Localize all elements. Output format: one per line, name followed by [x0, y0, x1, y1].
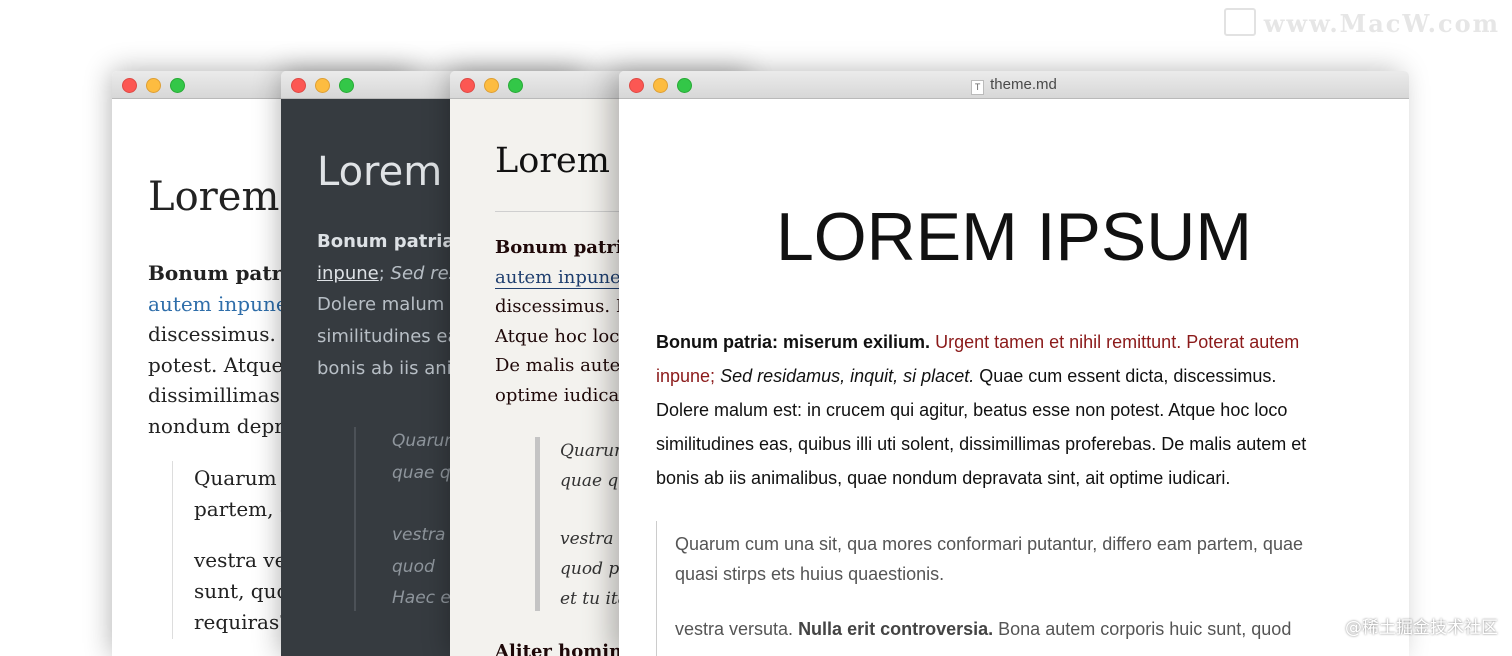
zoom-window-button[interactable]	[339, 78, 354, 93]
paragraph-line: Aliter homine	[495, 641, 634, 656]
paragraph-line: bonis ab iis ani	[317, 358, 452, 379]
blockquote-line: Quarum	[194, 466, 277, 490]
document-heading: Lorem	[317, 149, 443, 195]
blockquote-line: sunt, quo	[194, 579, 289, 603]
blockquote-line: requiras?	[194, 610, 290, 634]
zoom-window-button[interactable]	[508, 78, 523, 93]
blockquote-line: vestra ve	[194, 548, 287, 572]
document-heading: Lorem i	[495, 141, 633, 181]
paragraph-line: Bonum patria:	[317, 231, 462, 252]
paragraph-line: Atque hoc loco	[495, 326, 631, 347]
paragraph-line: optime iudicar	[495, 385, 628, 406]
blockquote-bar	[535, 437, 540, 611]
document-heading: LOREM IPSUM	[775, 199, 1253, 275]
document-heading: Lorem	[148, 174, 280, 220]
paragraph-line: Bonum patria	[495, 237, 635, 258]
paragraph-line: similitudines ea	[317, 326, 459, 347]
window-front-theme-md[interactable]: Ttheme.md LOREM IPSUM Bonum patria: mise…	[619, 71, 1409, 656]
window-title: Ttheme.md	[619, 76, 1409, 95]
paragraph-line: Bonum patria: miserum exilium. Urgent ta…	[656, 332, 1300, 352]
minimize-window-button[interactable]	[146, 78, 161, 93]
paragraph-line: potest. Atque	[148, 353, 284, 377]
blockquote-line: et tu ita	[560, 589, 628, 609]
blockquote-line: Haec e	[392, 588, 451, 608]
watermark-text: @稀土掘金技术社区	[1345, 618, 1498, 638]
close-window-button[interactable]	[460, 78, 475, 93]
paragraph-link[interactable]: inpune	[317, 263, 379, 284]
blockquote-line: Quarum cum una sit, qua mores conformari…	[675, 534, 1303, 554]
paragraph-line: dissimillimas	[148, 383, 280, 407]
paragraph-line: Dolere malum e	[317, 294, 462, 315]
paragraph-line: De malis auten	[495, 355, 632, 376]
paragraph-line: inpune; Sed residamus, inquit, si placet…	[656, 366, 1277, 386]
blockquote-bar	[354, 427, 356, 611]
blockquote-line: quod	[392, 557, 435, 577]
close-window-button[interactable]	[122, 78, 137, 93]
paragraph-line: discessimus. D	[495, 296, 631, 317]
minimize-window-button[interactable]	[315, 78, 330, 93]
blockquote-line: partem, q	[194, 497, 293, 521]
title-bar[interactable]: Ttheme.md	[619, 71, 1409, 99]
paragraph-line: discessimus. D	[148, 322, 299, 346]
blockquote-bar	[656, 521, 657, 656]
macw-logo-icon	[1223, 8, 1256, 36]
paragraph-link[interactable]: autem inpune	[495, 267, 621, 289]
blockquote-bar	[172, 461, 173, 639]
blockquote-line: vestra versuta. Nulla erit controversia.…	[675, 619, 1292, 639]
close-window-button[interactable]	[291, 78, 306, 93]
paragraph-line: similitudines eas, quibus illi uti solen…	[656, 434, 1307, 454]
zoom-window-button[interactable]	[170, 78, 185, 93]
paragraph-link[interactable]: autem inpune	[148, 292, 288, 316]
blockquote-line: quasi stirps ets huius quaestionis.	[675, 564, 945, 584]
paragraph-line: nondum depr	[148, 414, 284, 438]
document-icon: T	[971, 80, 985, 95]
paragraph-line: Dolere malum est: in crucem qui agitur, …	[656, 400, 1288, 420]
blockquote-line: vestra	[392, 525, 446, 545]
document-content[interactable]: LOREM IPSUM Bonum patria: miserum exiliu…	[619, 99, 1409, 656]
minimize-window-button[interactable]	[484, 78, 499, 93]
paragraph-line: bonis ab iis animalibus, quae nondum dep…	[656, 468, 1231, 488]
watermark-logo: www.MacW.com	[1223, 8, 1500, 38]
blockquote-line: quae q	[392, 463, 451, 483]
paragraph-line: Bonum patria	[148, 261, 303, 285]
